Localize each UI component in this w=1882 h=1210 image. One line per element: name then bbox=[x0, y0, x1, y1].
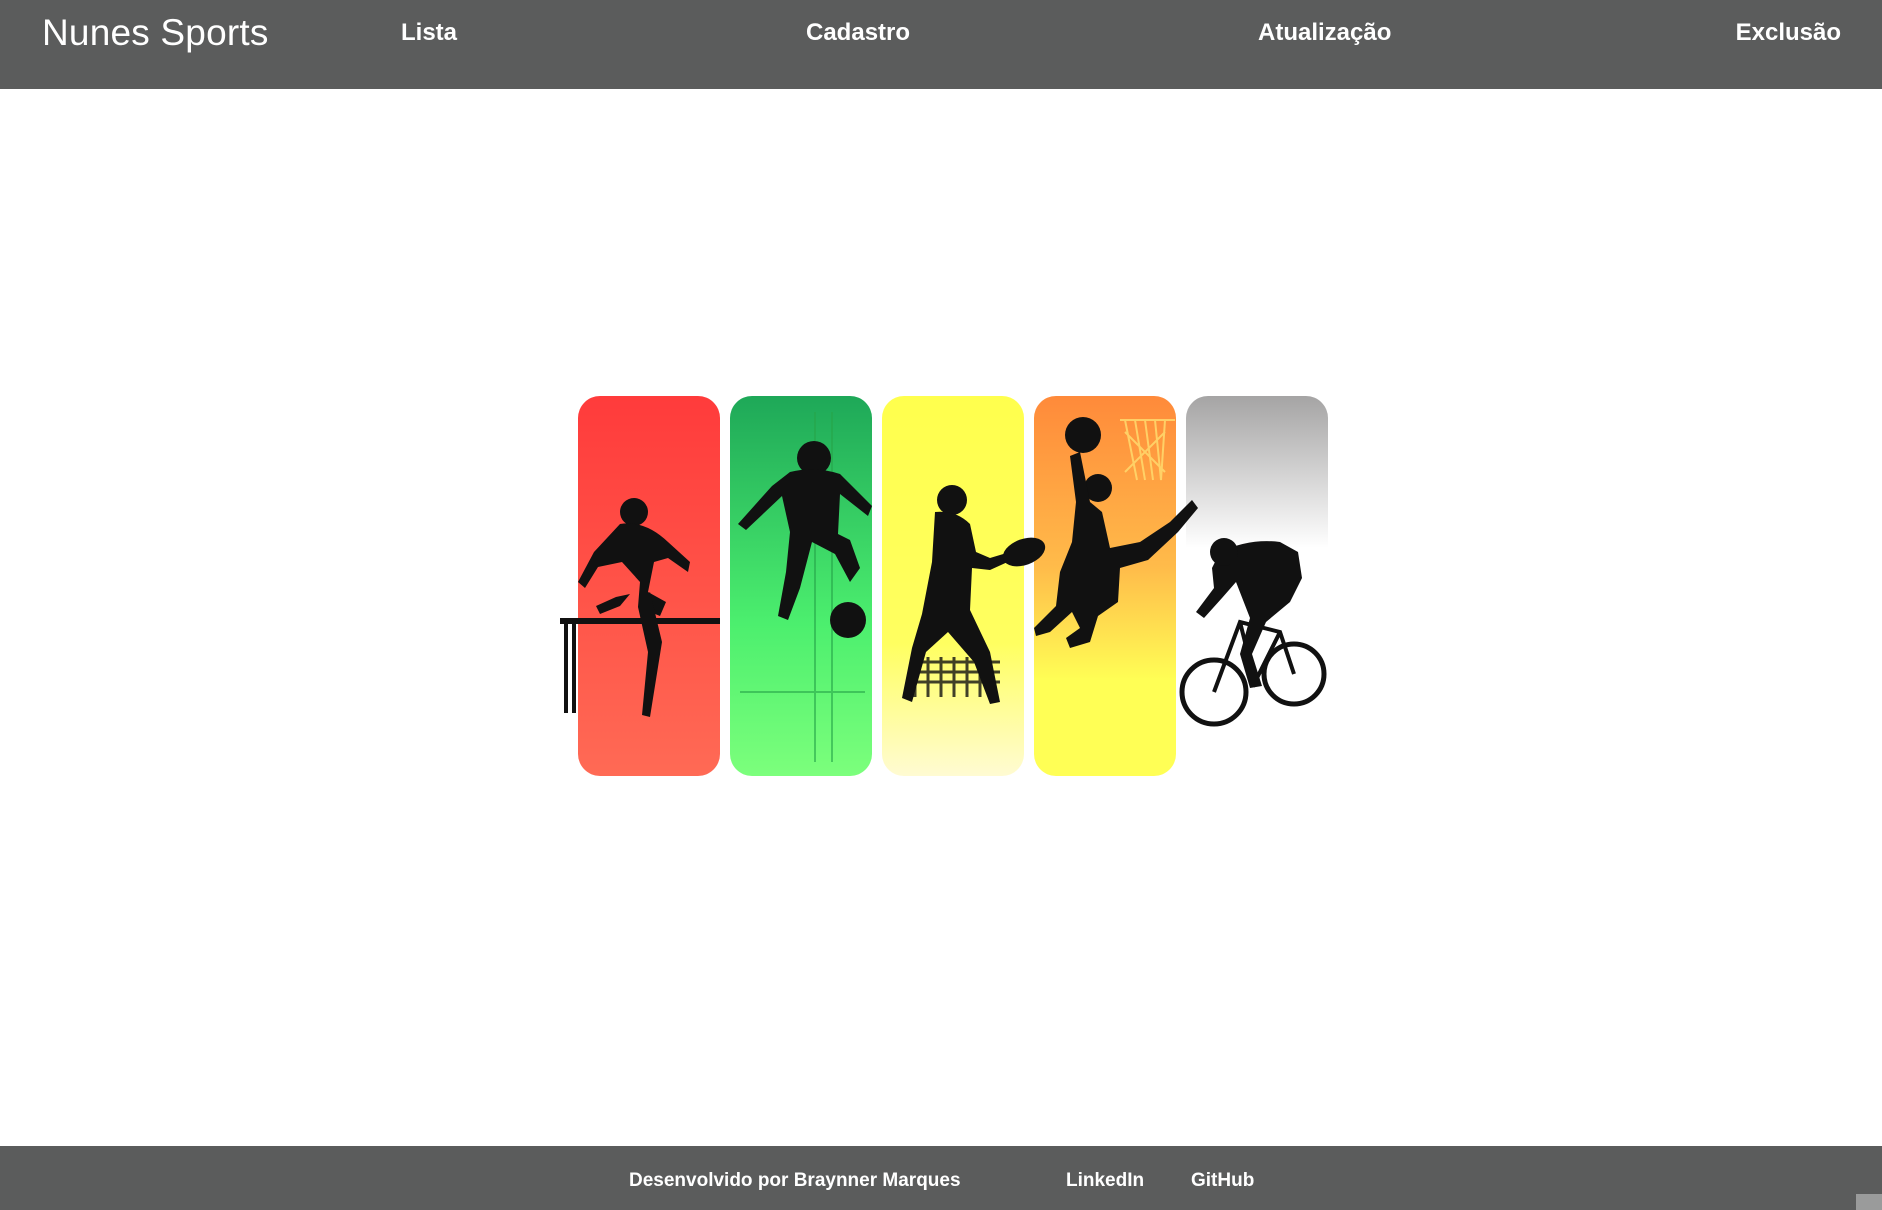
brand-logo-text[interactable]: Nunes Sports bbox=[42, 12, 269, 54]
footer-linkedin-link[interactable]: LinkedIn bbox=[1066, 1170, 1144, 1192]
nav-link-lista[interactable]: Lista bbox=[401, 19, 457, 47]
footer-bar: Desenvolvido por Braynner Marques Linked… bbox=[0, 1146, 1882, 1210]
footer-github-link[interactable]: GitHub bbox=[1191, 1170, 1254, 1192]
resize-corner-icon bbox=[1856, 1194, 1882, 1210]
nav-link-exclusao[interactable]: Exclusão bbox=[1736, 19, 1841, 47]
hero-sports-banner bbox=[550, 392, 1330, 782]
page: Nunes Sports Lista Cadastro Atualização … bbox=[0, 0, 1882, 1210]
nav-link-atualizacao[interactable]: Atualização bbox=[1258, 19, 1391, 47]
sports-silhouettes-image bbox=[560, 396, 1328, 776]
top-navbar: Nunes Sports Lista Cadastro Atualização … bbox=[0, 0, 1882, 89]
footer-credit-text: Desenvolvido por Braynner Marques bbox=[629, 1170, 961, 1191]
nav-link-cadastro[interactable]: Cadastro bbox=[806, 19, 910, 47]
